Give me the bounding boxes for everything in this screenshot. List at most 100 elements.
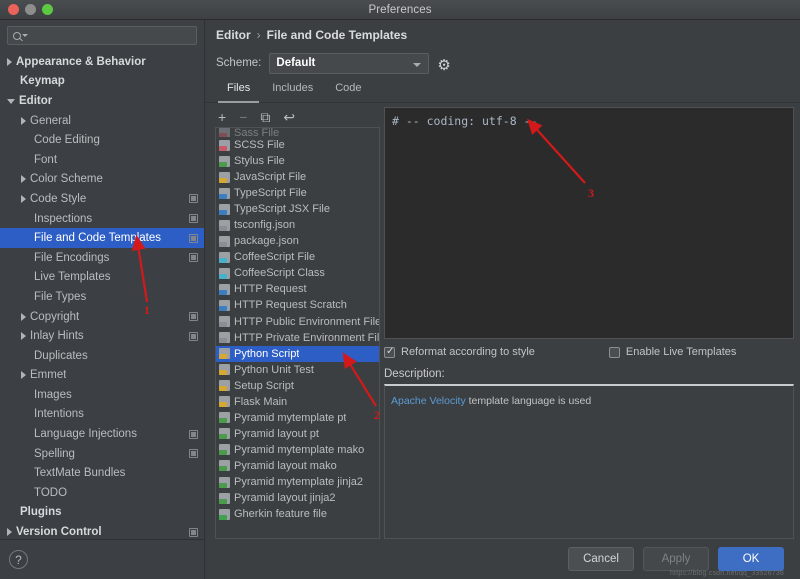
help-button[interactable]: ?: [9, 550, 28, 569]
tab-code[interactable]: Code: [324, 82, 372, 102]
chevron-right-icon[interactable]: [21, 313, 26, 321]
sidebar-item-file-and-code-templates[interactable]: File and Code Templates: [0, 228, 204, 248]
template-list-item[interactable]: Python Unit Test: [216, 362, 379, 378]
template-list-item[interactable]: TypeScript JSX File: [216, 201, 379, 217]
template-list-item[interactable]: HTTP Request: [216, 281, 379, 297]
template-list-item[interactable]: Flask Main: [216, 394, 379, 410]
sidebar-item-plugins[interactable]: Plugins: [0, 503, 204, 523]
tab-includes[interactable]: Includes: [261, 82, 324, 102]
sidebar-item-textmate-bundles[interactable]: TextMate Bundles: [0, 463, 204, 483]
chevron-right-icon[interactable]: [21, 371, 26, 379]
sidebar-item-duplicates[interactable]: Duplicates: [0, 346, 204, 366]
template-list[interactable]: Sass FileSCSS FileStylus FileJavaScript …: [215, 127, 380, 539]
sidebar-item-version-control[interactable]: Version Control: [0, 522, 204, 539]
template-list-item[interactable]: Pyramid layout pt: [216, 426, 379, 442]
file-type-badge: [219, 258, 227, 263]
chevron-right-icon[interactable]: [21, 175, 26, 183]
sidebar-item-live-templates[interactable]: Live Templates: [0, 268, 204, 288]
chevron-right-icon[interactable]: [21, 195, 26, 203]
template-list-item[interactable]: Stylus File: [216, 153, 379, 169]
sidebar-item-file-encodings[interactable]: File Encodings: [0, 248, 204, 268]
template-list-item[interactable]: Pyramid layout jinja2: [216, 490, 379, 506]
template-list-item[interactable]: HTTP Private Environment File: [216, 330, 379, 346]
search-input[interactable]: [32, 30, 191, 42]
file-type-icon: [219, 364, 230, 375]
template-list-item[interactable]: HTTP Request Scratch: [216, 297, 379, 313]
add-template-button[interactable]: +: [218, 110, 226, 124]
template-list-item-label: Pyramid layout pt: [234, 428, 319, 440]
sidebar-item-language-injections[interactable]: Language Injections: [0, 424, 204, 444]
template-list-item[interactable]: Setup Script: [216, 378, 379, 394]
template-list-item-label: package.json: [234, 235, 299, 247]
window-title: Preferences: [0, 4, 800, 16]
template-list-item[interactable]: JavaScript File: [216, 169, 379, 185]
sidebar-item-file-types[interactable]: File Types: [0, 287, 204, 307]
chevron-right-icon[interactable]: [7, 58, 12, 66]
copy-template-button[interactable]: ⧉: [260, 110, 270, 124]
template-list-item-label: Setup Script: [234, 380, 294, 392]
reset-template-button[interactable]: ↩: [283, 110, 295, 124]
sidebar-item-spelling[interactable]: Spelling: [0, 444, 204, 464]
sidebar-item-label: General: [30, 115, 71, 127]
template-panes: + − ⧉ ↩ Sass FileSCSS FileStylus FileJav…: [205, 103, 800, 539]
sidebar-item-label: Live Templates: [34, 271, 111, 283]
gear-icon[interactable]: [437, 57, 450, 70]
project-scope-icon: [189, 332, 198, 341]
apache-velocity-link[interactable]: Apache Velocity: [391, 395, 466, 407]
sidebar-item-code-editing[interactable]: Code Editing: [0, 130, 204, 150]
sidebar-item-todo[interactable]: TODO: [0, 483, 204, 503]
live-templates-checkbox[interactable]: [609, 347, 620, 358]
template-list-item[interactable]: Sass File: [216, 128, 379, 137]
template-list-item-label: Pyramid layout jinja2: [234, 492, 336, 504]
sidebar-item-copyright[interactable]: Copyright: [0, 307, 204, 327]
sidebar-item-emmet[interactable]: Emmet: [0, 366, 204, 386]
template-list-item[interactable]: Pyramid mytemplate jinja2: [216, 474, 379, 490]
template-tabs[interactable]: FilesIncludesCode: [205, 76, 800, 103]
sidebar-item-editor[interactable]: Editor: [0, 91, 204, 111]
ok-button[interactable]: OK: [718, 547, 784, 571]
template-list-item[interactable]: Python Script: [216, 346, 379, 362]
template-list-item[interactable]: Pyramid mytemplate pt: [216, 410, 379, 426]
sidebar-item-keymap[interactable]: Keymap: [0, 72, 204, 92]
sidebar-item-font[interactable]: Font: [0, 150, 204, 170]
chevron-right-icon[interactable]: [21, 117, 26, 125]
search-box[interactable]: [7, 26, 197, 45]
breadcrumb-parent[interactable]: Editor: [216, 28, 251, 42]
template-list-item[interactable]: TypeScript File: [216, 185, 379, 201]
chevron-right-icon[interactable]: [21, 332, 26, 340]
template-list-item-label: tsconfig.json: [234, 219, 295, 231]
reformat-option[interactable]: Reformat according to style: [384, 346, 535, 358]
template-list-item[interactable]: Pyramid mytemplate mako: [216, 442, 379, 458]
project-scope-icon: [189, 430, 198, 439]
cancel-button[interactable]: Cancel: [568, 547, 634, 571]
template-list-item[interactable]: Gherkin feature file: [216, 506, 379, 522]
template-list-item[interactable]: SCSS File: [216, 137, 379, 153]
template-list-item[interactable]: HTTP Public Environment File: [216, 314, 379, 330]
template-code-editor[interactable]: # -- coding: utf-8 --: [384, 107, 794, 339]
template-list-item[interactable]: package.json: [216, 233, 379, 249]
remove-template-button[interactable]: −: [239, 110, 247, 124]
template-list-item[interactable]: tsconfig.json: [216, 217, 379, 233]
sidebar-item-appearance-behavior[interactable]: Appearance & Behavior: [0, 52, 204, 72]
sidebar-item-code-style[interactable]: Code Style: [0, 189, 204, 209]
scheme-select[interactable]: Default: [269, 53, 429, 74]
template-list-item[interactable]: Pyramid layout mako: [216, 458, 379, 474]
settings-tree[interactable]: Appearance & BehaviorKeymapEditor General…: [0, 50, 204, 539]
search-dropdown-icon[interactable]: [22, 34, 28, 37]
live-templates-option[interactable]: Enable Live Templates: [609, 346, 736, 358]
sidebar-item-general[interactable]: General: [0, 111, 204, 131]
tab-files[interactable]: Files: [216, 82, 261, 102]
chevron-down-icon[interactable]: [7, 99, 15, 104]
sidebar-item-inlay-hints[interactable]: Inlay Hints: [0, 326, 204, 346]
sidebar-item-intentions[interactable]: Intentions: [0, 405, 204, 425]
scheme-value: Default: [276, 57, 315, 69]
sidebar-item-color-scheme[interactable]: Color Scheme: [0, 170, 204, 190]
reformat-checkbox[interactable]: [384, 347, 395, 358]
sidebar-item-images[interactable]: Images: [0, 385, 204, 405]
template-list-item[interactable]: CoffeeScript Class: [216, 265, 379, 281]
template-list-item[interactable]: CoffeeScript File: [216, 249, 379, 265]
file-type-icon: [219, 348, 230, 359]
sidebar-item-inspections[interactable]: Inspections: [0, 209, 204, 229]
chevron-right-icon[interactable]: [7, 528, 12, 536]
apply-button[interactable]: Apply: [643, 547, 709, 571]
